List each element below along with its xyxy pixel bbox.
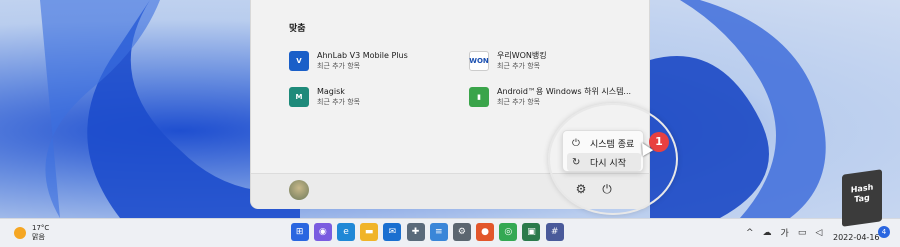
- notepad-icon[interactable]: ≡: [429, 223, 448, 241]
- recommended-section-title: 맞춤: [289, 24, 306, 34]
- hashtag-logo: Hash Tag: [842, 169, 882, 227]
- app-subtitle: 최근 추가 항목: [317, 62, 361, 70]
- edge-icon[interactable]: e: [336, 223, 355, 241]
- app-subtitle: 최근 추가 항목: [317, 98, 361, 106]
- cloud-icon[interactable]: ☁: [763, 228, 772, 238]
- app-name: AhnLab V3 Mobile Plus: [317, 51, 408, 60]
- ahnlab-v3-icon: V: [289, 51, 309, 71]
- weather-temp: 17°C: [32, 224, 50, 232]
- wsa-icon: ▮: [469, 87, 489, 107]
- app-item-magisk[interactable]: M Magisk 최근 추가 항목: [289, 84, 360, 110]
- taskbar-apps: ⊞ ◉ e ▬ ✉ ✚ ≡ ⚙ ● ◎ ▣ #: [288, 223, 566, 241]
- file-explorer-icon[interactable]: ▬: [360, 223, 379, 241]
- app-item-ahnlab-v3[interactable]: V AhnLab V3 Mobile Plus 최근 추가 항목: [289, 48, 408, 74]
- app-name: Magisk: [317, 87, 345, 96]
- system-tray: ^ ☁ 가 ▭ ◁: [746, 226, 831, 240]
- restart-menu-item[interactable]: ↻ 다시 시작: [567, 153, 641, 171]
- search-icon[interactable]: ◉: [313, 223, 332, 241]
- chrome-icon[interactable]: ◎: [499, 223, 518, 241]
- power-icon: ⏻: [572, 137, 580, 149]
- store-icon[interactable]: ▣: [522, 223, 541, 241]
- ime-indicator[interactable]: 가: [781, 226, 789, 239]
- settings-icon[interactable]: ⚙: [452, 223, 471, 241]
- firefox-icon[interactable]: ●: [476, 223, 495, 241]
- notification-badge: 4: [878, 226, 890, 238]
- calculator-icon[interactable]: #: [545, 223, 564, 241]
- app-name: 우리WON뱅킹: [497, 51, 547, 60]
- taskbar: 17°C 맑음 ⊞ ◉ e ▬ ✉ ✚ ≡ ⚙ ● ◎ ▣ # ^ ☁ 가 ▭ …: [0, 218, 900, 247]
- shutdown-menu-item[interactable]: ⏻ 시스템 종료: [567, 134, 641, 152]
- restart-icon: ↻: [572, 156, 581, 168]
- app-subtitle: 최근 추가 항목: [497, 62, 541, 70]
- mail-icon[interactable]: ✉: [383, 223, 402, 241]
- app-name: Android™용 Windows 하위 시스템...: [497, 87, 632, 96]
- weather-widget[interactable]: 17°C 맑음: [14, 224, 49, 242]
- weather-condition: 맑음: [32, 233, 45, 241]
- cross-app-icon[interactable]: ✚: [406, 223, 425, 241]
- chevron-up-icon[interactable]: ^: [746, 228, 754, 238]
- woori-won-icon: WON: [469, 51, 489, 71]
- app-item-woori-won[interactable]: WON 우리WON뱅킹 최근 추가 항목: [469, 48, 547, 74]
- volume-icon[interactable]: ◁: [815, 228, 822, 238]
- network-icon[interactable]: ▭: [798, 228, 807, 238]
- sun-icon: [14, 227, 26, 239]
- user-avatar[interactable]: [289, 180, 309, 200]
- start-windows-icon[interactable]: ⊞: [290, 223, 309, 241]
- shutdown-label: 시스템 종료: [590, 139, 635, 150]
- power-menu: ⏻ 시스템 종료 ↻ 다시 시작: [562, 130, 644, 172]
- clock-date[interactable]: 2022-04-16: [833, 233, 880, 242]
- restart-label: 다시 시작: [590, 158, 626, 169]
- magisk-icon: M: [289, 87, 309, 107]
